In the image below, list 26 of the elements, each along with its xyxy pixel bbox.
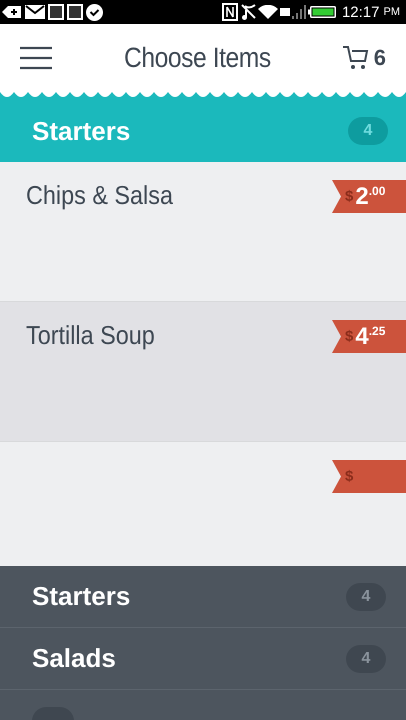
item-name: Tortilla Soup xyxy=(26,320,155,351)
price-tag: $2$^{.00}$ xyxy=(332,180,406,213)
item-name: Chips & Salsa xyxy=(26,180,173,211)
category-item[interactable]: Starters 4 xyxy=(0,566,406,628)
category-item[interactable]: Salads 4 xyxy=(0,628,406,690)
count-badge: 4 xyxy=(346,582,386,610)
category-name: Salads xyxy=(32,643,116,674)
count-badge: 4 xyxy=(346,644,386,672)
price-tag: $4$^{.25}$ xyxy=(332,320,406,353)
clock-meridiem: PM xyxy=(384,6,400,18)
menu-item[interactable]: Tortilla Soup $4$^{.25}$ xyxy=(0,302,406,442)
section-title: Starters xyxy=(32,116,130,146)
category-name: Starters xyxy=(32,581,130,612)
cart-button[interactable]: 6 xyxy=(342,44,386,72)
price-tag: $ xyxy=(332,460,406,493)
wifi-icon xyxy=(258,5,278,19)
check-icon xyxy=(86,4,103,20)
signal-icon xyxy=(292,5,306,19)
menu-icon[interactable] xyxy=(19,46,53,70)
muted-music-icon xyxy=(240,4,256,20)
nfc-icon xyxy=(222,3,238,21)
mail-icon xyxy=(25,5,45,19)
count-badge: 4 xyxy=(348,117,388,145)
clock-time: 12:17 xyxy=(342,4,380,20)
screen-title: Choose Items xyxy=(123,42,272,74)
battery-icon xyxy=(308,6,336,18)
